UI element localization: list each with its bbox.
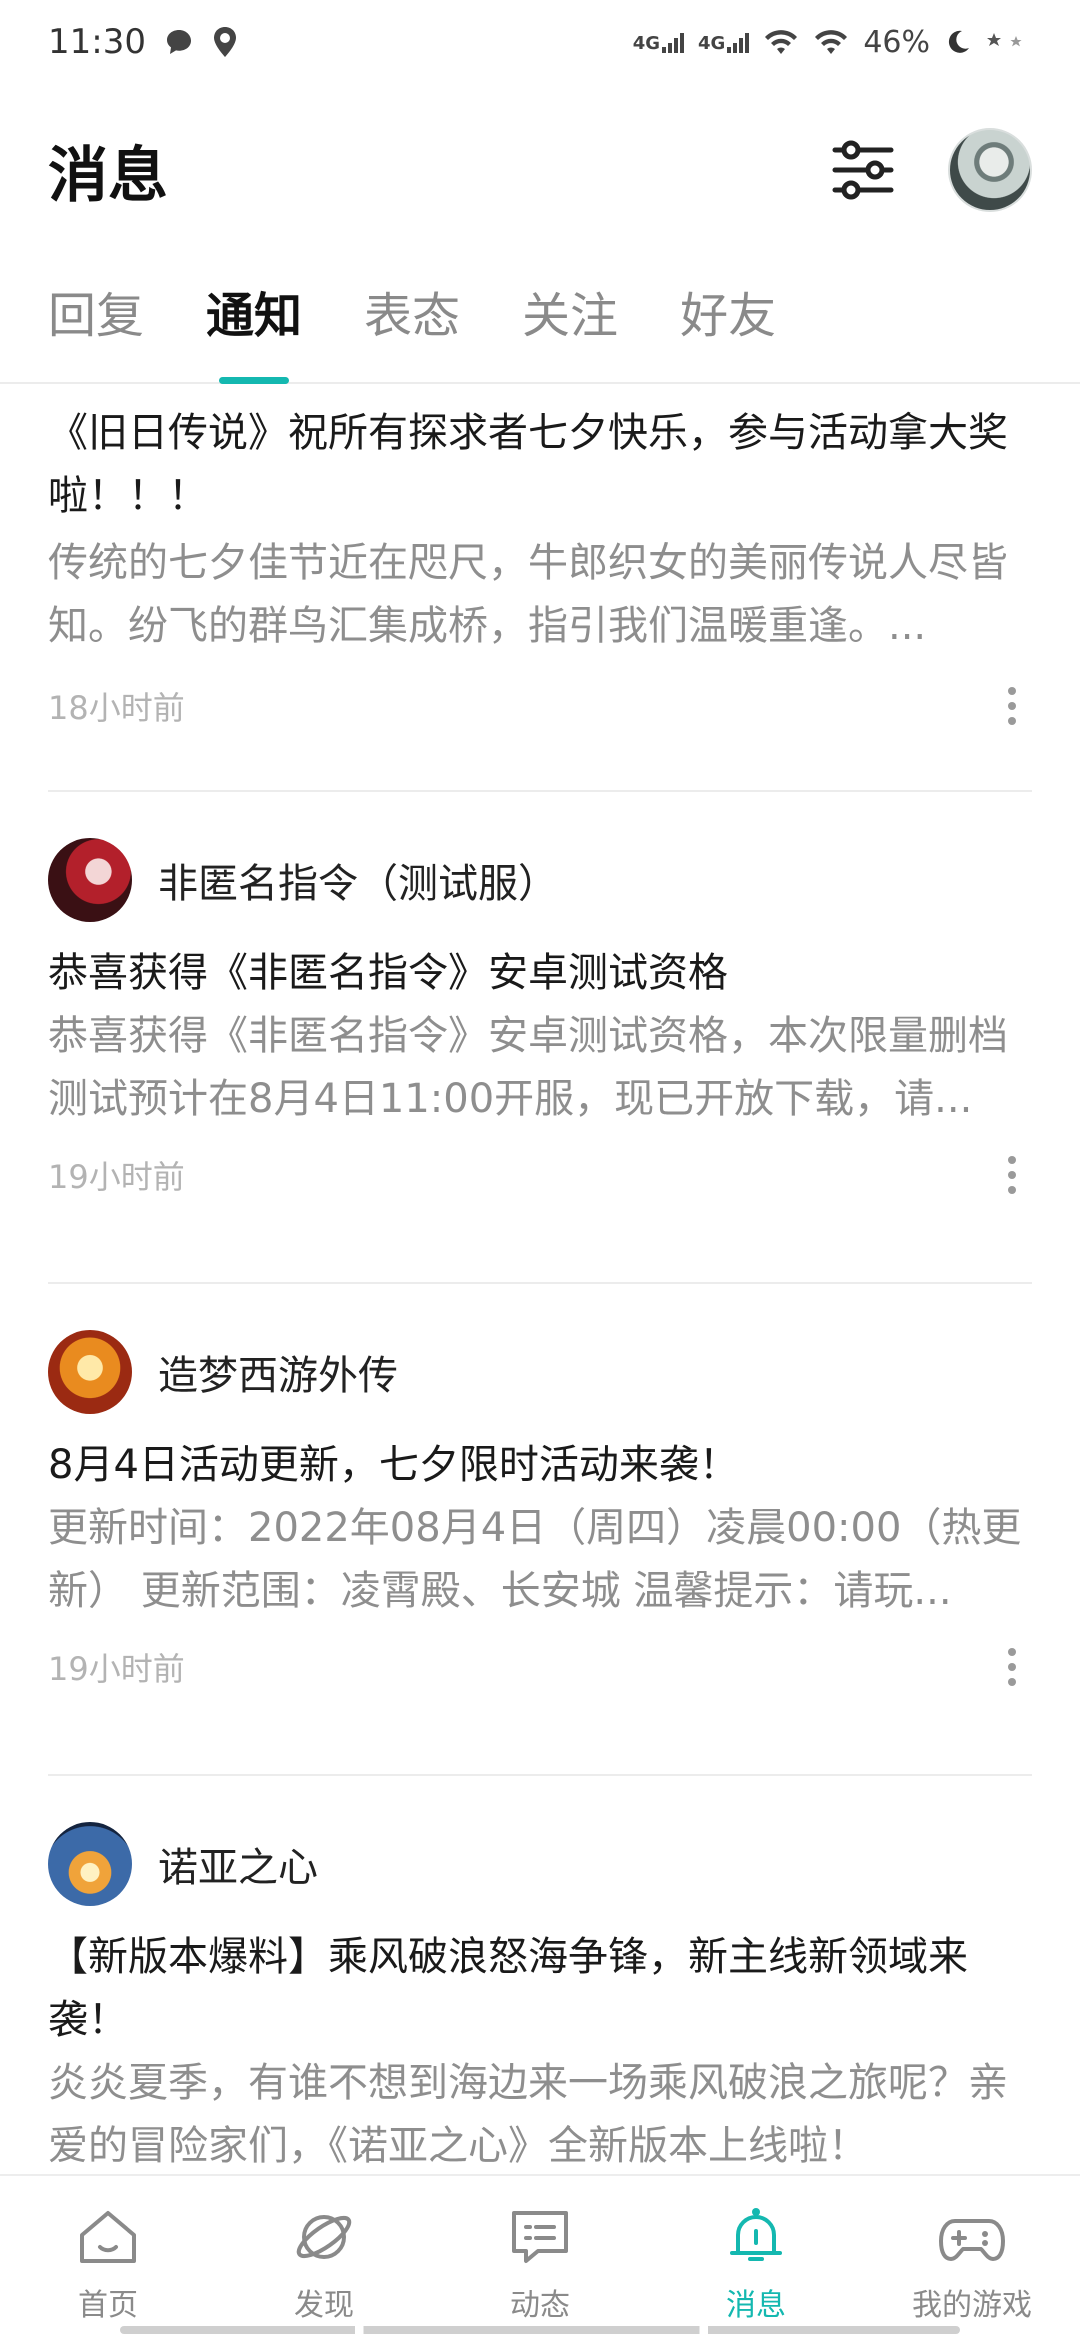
notification-time: 18小时前 <box>48 689 185 727</box>
more-options-button[interactable] <box>992 1637 1032 1697</box>
sender-name[interactable]: 造梦西游外传 <box>158 1343 398 1401</box>
chat-icon <box>505 2202 575 2272</box>
screen: 11:30 4G 4G 46% 消息 回复 通知 表态 关注 好友 《旧日传说》… <box>0 0 1080 2340</box>
notification-title: 《旧日传说》祝所有探求者七夕快乐，参与活动拿大奖啦！！！ <box>48 410 1008 519</box>
more-options-button[interactable] <box>992 676 1032 736</box>
nav-discover[interactable]: 发现 <box>224 2202 424 2324</box>
status-left: 11:30 <box>48 22 238 62</box>
notification-body: 更新时间：2022年08月4日（周四）凌晨00:00（热更新） 更新范围：凌霄殿… <box>48 1505 1022 1614</box>
moon-icon <box>944 28 972 56</box>
notification-title: 【新版本爆料】乘风破浪怒海争锋，新主线新领域来袭！ <box>48 1934 968 2043</box>
nav-my-games-label: 我的游戏 <box>912 2288 1032 2323</box>
notification-card[interactable]: 造梦西游外传 8月4日活动更新，七夕限时活动来袭！ 更新时间：2022年08月4… <box>0 1284 1080 1776</box>
notification-meta: 19小时前 <box>48 1145 1032 1205</box>
nav-my-games[interactable]: 我的游戏 <box>872 2202 1072 2324</box>
notification-card[interactable]: 《旧日传说》祝所有探求者七夕快乐，参与活动拿大奖啦！！！ 传统的七夕佳节近在咫尺… <box>0 386 1080 792</box>
notification-title: 恭喜获得《非匿名指令》安卓测试资格 <box>48 950 728 996</box>
sliders-icon <box>832 140 894 200</box>
sender-avatar[interactable] <box>48 838 132 922</box>
network-type-1: 4G <box>632 33 660 54</box>
notification-meta: 19小时前 <box>48 1637 1032 1697</box>
sender-avatar[interactable] <box>48 1822 132 1906</box>
filter-settings-button[interactable] <box>828 135 898 205</box>
status-bar: 11:30 4G 4G 46% <box>0 0 1080 84</box>
status-right: 4G 4G 46% <box>633 25 1032 60</box>
wifi-icon-2 <box>813 28 849 56</box>
nav-feed[interactable]: 动态 <box>440 2202 640 2324</box>
bell-icon <box>721 2202 791 2272</box>
planet-icon <box>289 2202 359 2272</box>
location-notification-icon <box>212 26 238 58</box>
tab-notifications[interactable]: 通知 <box>206 268 302 384</box>
sender-avatar[interactable] <box>48 1330 132 1414</box>
notification-time: 19小时前 <box>48 1650 185 1688</box>
bottom-navigation: 首页 发现 动态 消息 我的游戏 <box>0 2174 1080 2340</box>
more-options-button[interactable] <box>992 1145 1032 1205</box>
notification-card[interactable]: 非匿名指令（测试服） 恭喜获得《非匿名指令》安卓测试资格 恭喜获得《非匿名指令》… <box>0 792 1080 1284</box>
nav-discover-label: 发现 <box>294 2288 354 2323</box>
tab-follows[interactable]: 关注 <box>522 268 618 384</box>
notification-card[interactable]: 诺亚之心 【新版本爆料】乘风破浪怒海争锋，新主线新领域来袭！ 炎炎夏季，有谁不想… <box>0 1776 1080 2174</box>
notification-title: 8月4日活动更新，七夕限时活动来袭！ <box>48 1442 739 1488</box>
header: 消息 <box>0 100 1080 240</box>
nav-feed-label: 动态 <box>510 2288 570 2323</box>
nav-messages[interactable]: 消息 <box>656 2202 856 2324</box>
sender-row: 造梦西游外传 <box>48 1330 1032 1414</box>
message-notification-icon <box>164 27 194 57</box>
cellular-signal-icon-2: 4G <box>698 31 750 54</box>
tab-friends[interactable]: 好友 <box>680 268 776 384</box>
notification-meta: 18小时前 <box>48 676 1032 736</box>
battery-level: 46% <box>863 24 930 60</box>
cellular-signal-icon: 4G <box>633 31 684 53</box>
sender-row: 诺亚之心 <box>48 1822 1032 1906</box>
tab-reactions[interactable]: 表态 <box>364 268 460 384</box>
stars-icon <box>986 31 1032 53</box>
notification-body: 传统的七夕佳节近在咫尺，牛郎织女的美丽传说人尽皆知。纷飞的群鸟汇集成桥，指引我们… <box>48 540 1008 649</box>
gamepad-icon <box>937 2202 1007 2272</box>
tab-reply[interactable]: 回复 <box>48 268 144 384</box>
header-actions <box>828 128 1032 212</box>
home-icon <box>73 2202 143 2272</box>
message-tabs: 回复 通知 表态 关注 好友 <box>0 268 1080 384</box>
sender-name[interactable]: 非匿名指令（测试服） <box>158 851 558 909</box>
nav-messages-label: 消息 <box>726 2288 786 2323</box>
wifi-icon <box>763 28 799 56</box>
sender-row: 非匿名指令（测试服） <box>48 838 1032 922</box>
sender-name[interactable]: 诺亚之心 <box>158 1835 318 1893</box>
page-title: 消息 <box>48 140 168 211</box>
notification-body: 恭喜获得《非匿名指令》安卓测试资格，本次限量删档测试预计在8月4日11:00开服… <box>48 1013 1008 1122</box>
notification-list: 《旧日传说》祝所有探求者七夕快乐，参与活动拿大奖啦！！！ 传统的七夕佳节近在咫尺… <box>0 386 1080 2174</box>
nav-home-label: 首页 <box>78 2288 138 2323</box>
gesture-bar[interactable] <box>120 2326 960 2334</box>
notification-time: 19小时前 <box>48 1158 185 1196</box>
user-avatar[interactable] <box>948 128 1032 212</box>
status-time: 11:30 <box>48 22 146 62</box>
notification-body: 炎炎夏季，有谁不想到海边来一场乘风破浪之旅呢？亲爱的冒险家们，《诺亚之心》全新版… <box>48 2060 1008 2169</box>
nav-home[interactable]: 首页 <box>8 2202 208 2324</box>
network-type-2: 4G <box>698 33 726 54</box>
